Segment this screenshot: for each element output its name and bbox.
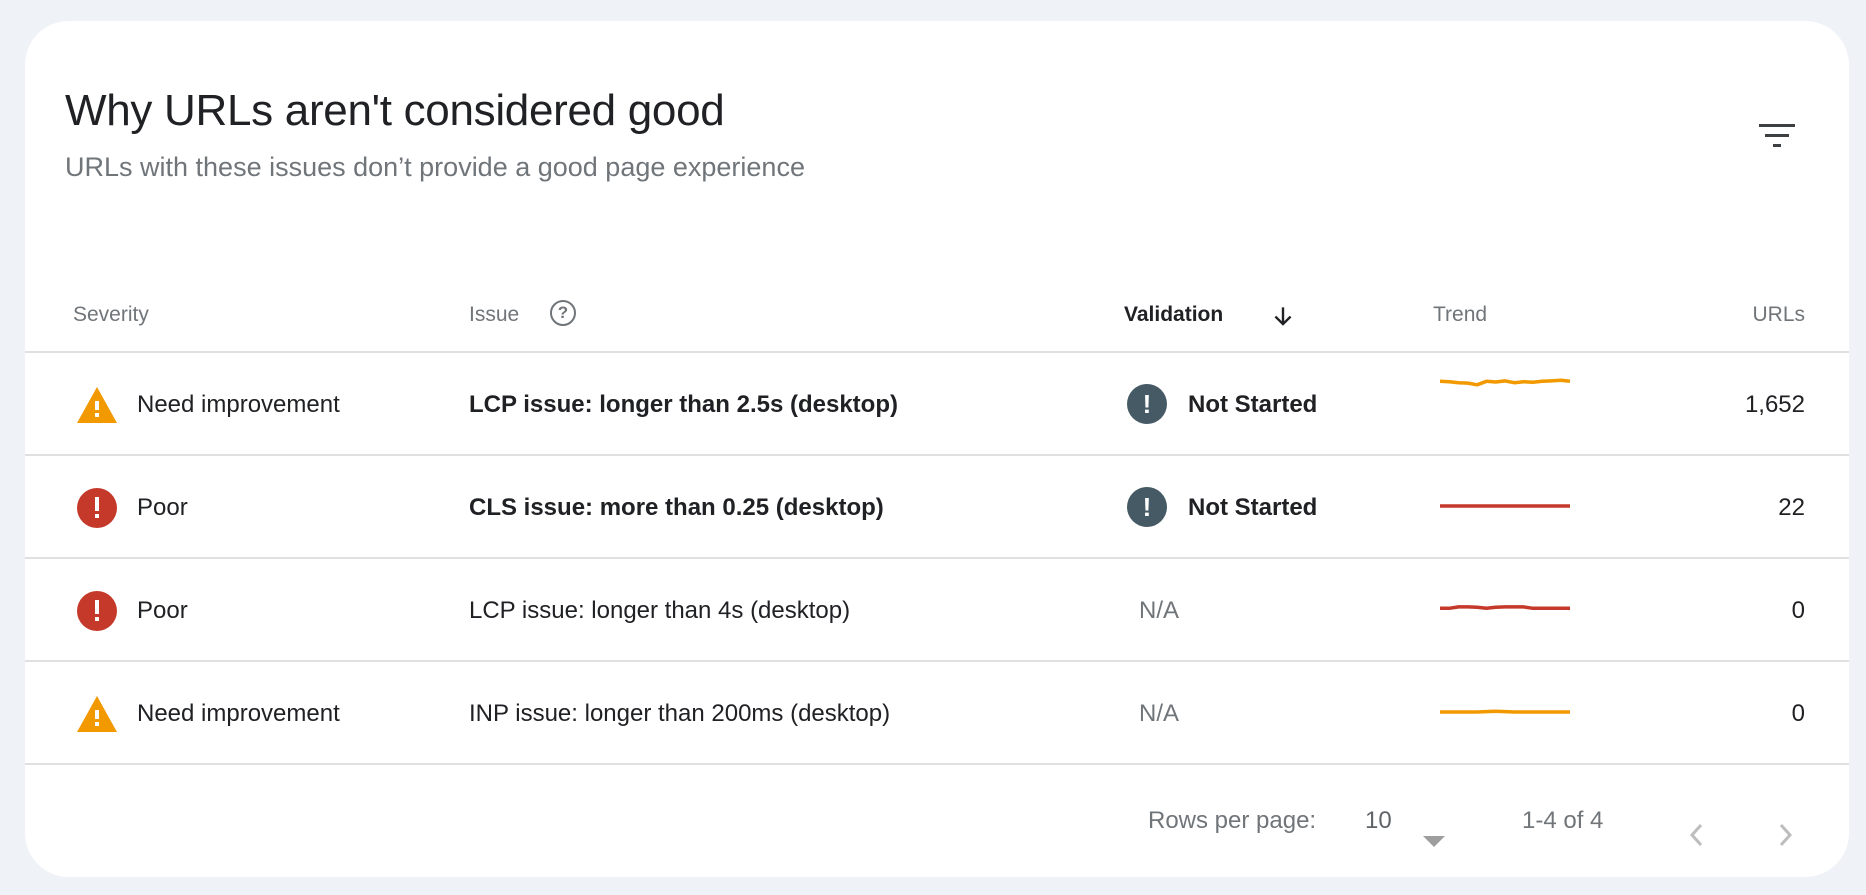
column-header-urls[interactable]: URLs: [1752, 297, 1805, 333]
issue-name[interactable]: LCP issue: longer than 4s (desktop): [469, 559, 850, 662]
issue-name[interactable]: LCP issue: longer than 2.5s (desktop): [469, 353, 898, 456]
url-count: 1,652: [1744, 391, 1805, 418]
error-circle-icon: [77, 591, 117, 631]
trend-line: [1439, 378, 1571, 387]
filter-list-icon-line: [1773, 144, 1781, 147]
severity-label: Need improvement: [137, 391, 340, 418]
error-circle-icon: [77, 488, 117, 528]
page-range: 1-4 of 4: [1522, 807, 1604, 834]
table-row[interactable]: Need improvement INP issue: longer than …: [25, 662, 1849, 765]
issues-card: Why URLs aren't considered good URLs wit…: [25, 21, 1849, 877]
trend-line: [1440, 605, 1570, 611]
next-page-button[interactable]: [1767, 817, 1803, 853]
column-header-trend: Trend: [1433, 303, 1488, 326]
arrow-down-icon[interactable]: [1270, 303, 1296, 329]
help-circle-icon[interactable]: ?: [550, 300, 576, 326]
filter-list-icon: [1759, 124, 1795, 127]
column-header-issue[interactable]: Issue: [469, 297, 519, 333]
table-row[interactable]: Need improvement LCP issue: longer than …: [25, 353, 1849, 456]
warning-triangle-icon: [77, 696, 117, 732]
column-header-validation[interactable]: Validation: [1124, 297, 1223, 333]
trend-sparkline: [1439, 378, 1571, 387]
trend-sparkline: [1440, 504, 1570, 508]
severity-label: Poor: [137, 597, 188, 624]
card-title: Why URLs aren't considered good: [65, 86, 725, 135]
trend-line: [1440, 709, 1570, 714]
card-subtitle: URLs with these issues don’t provide a g…: [65, 152, 805, 182]
url-count: 0: [1791, 700, 1805, 727]
issue-name[interactable]: CLS issue: more than 0.25 (desktop): [469, 456, 884, 559]
table-row[interactable]: Poor LCP issue: longer than 4s (desktop)…: [25, 559, 1849, 662]
chevron-left-icon: [1689, 823, 1703, 847]
validation-status: Not Started: [1188, 391, 1318, 418]
url-count: 0: [1791, 597, 1805, 624]
chevron-right-icon: [1779, 823, 1793, 847]
severity-label: Poor: [137, 494, 188, 521]
filter-list-icon-line: [1765, 134, 1789, 137]
previous-page-button[interactable]: [1679, 817, 1715, 853]
exclamation-circle-icon: !: [1127, 487, 1167, 527]
warning-triangle-icon: [77, 387, 117, 423]
exclamation-circle-icon: !: [1127, 384, 1167, 424]
table-row[interactable]: Poor CLS issue: more than 0.25 (desktop)…: [25, 456, 1849, 559]
validation-status: N/A: [1139, 597, 1180, 624]
filter-button[interactable]: [1753, 109, 1801, 157]
column-header-severity[interactable]: Severity: [73, 297, 149, 333]
url-count: 22: [1778, 494, 1805, 521]
rows-per-page-label: Rows per page:: [1148, 807, 1317, 834]
validation-status: Not Started: [1188, 494, 1318, 521]
caret-down-icon[interactable]: [1423, 836, 1445, 847]
validation-status: N/A: [1139, 700, 1180, 727]
trend-sparkline: [1440, 605, 1570, 611]
row-divider: [25, 763, 1849, 765]
trend-sparkline: [1440, 709, 1570, 714]
issue-name[interactable]: INP issue: longer than 200ms (desktop): [469, 662, 890, 765]
rows-per-page-value[interactable]: 10: [1365, 807, 1392, 835]
severity-label: Need improvement: [137, 700, 340, 727]
